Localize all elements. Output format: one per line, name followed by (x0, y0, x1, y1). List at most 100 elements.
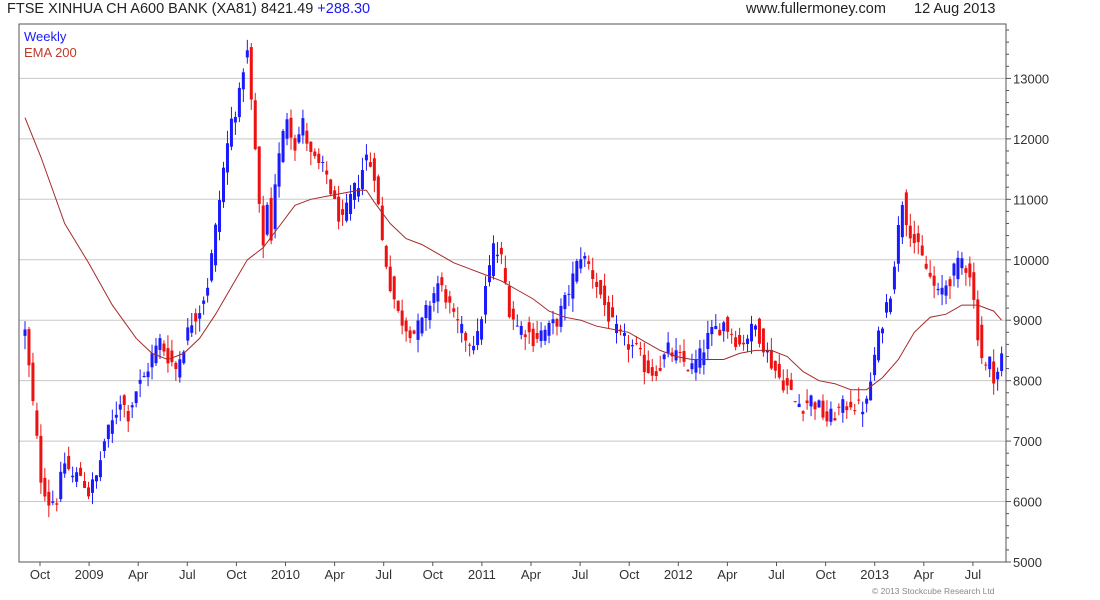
candle (273, 174, 277, 239)
candle-body (626, 344, 630, 350)
candle-body (587, 261, 591, 265)
candle-body (865, 398, 869, 404)
candle (75, 467, 79, 488)
candle-body (892, 266, 896, 290)
candle-body (237, 87, 241, 118)
candle (265, 202, 269, 237)
candle-body (472, 345, 476, 351)
candle (710, 319, 714, 347)
candle (622, 323, 626, 346)
candle (166, 335, 170, 373)
candle-body (884, 302, 888, 313)
candle (150, 344, 154, 380)
candle (341, 199, 345, 226)
candle-body (273, 184, 277, 230)
candle (412, 329, 416, 335)
candle-body (634, 343, 638, 345)
candle-body (27, 329, 31, 366)
candle-body (829, 408, 833, 422)
candle-body (277, 153, 281, 187)
candle (464, 331, 468, 352)
candle (174, 361, 178, 381)
candle (694, 349, 698, 381)
candle (920, 235, 924, 257)
candle (309, 141, 313, 166)
candle (650, 359, 654, 382)
candle (31, 352, 35, 406)
x-tick-label: Apr (717, 567, 738, 582)
candle-body (964, 268, 968, 273)
candle (102, 438, 106, 458)
candle-body (388, 266, 392, 292)
candle (198, 305, 202, 332)
candle-body (972, 272, 976, 300)
candle-body (551, 319, 555, 324)
y-tick-label: 6000 (1013, 495, 1042, 510)
candle (360, 157, 364, 196)
candle (630, 339, 634, 359)
candle-body (924, 263, 928, 269)
candle-body (301, 118, 305, 136)
x-tick-label: Jul (572, 567, 589, 582)
candle-body (376, 176, 380, 205)
candle-body (932, 275, 936, 286)
candle-body (337, 196, 341, 222)
candle (468, 342, 472, 357)
candle-body (869, 381, 873, 401)
candle (797, 394, 801, 408)
candle-body (662, 354, 666, 360)
candle-body (257, 146, 261, 204)
candle (777, 354, 781, 380)
candle (932, 266, 936, 299)
candle-body (686, 370, 690, 372)
candle-body (611, 307, 615, 318)
candle (698, 339, 702, 375)
candle-body (249, 47, 253, 100)
candle-body (813, 402, 817, 410)
candle (944, 280, 948, 305)
candle-body (293, 138, 297, 151)
candle-body (31, 362, 35, 402)
candle (305, 122, 309, 151)
candle-body (460, 323, 464, 334)
candle-body (39, 435, 43, 483)
candle (444, 284, 448, 309)
candle (877, 326, 881, 363)
candle (321, 155, 325, 173)
candle (277, 142, 281, 198)
candle-body (368, 162, 372, 167)
candle-body (456, 319, 460, 321)
candle (599, 279, 603, 299)
candle (122, 394, 126, 418)
candle-body (241, 72, 245, 90)
candle (686, 369, 690, 373)
candle (420, 316, 424, 337)
candle (289, 109, 293, 150)
candle-body (769, 349, 773, 369)
x-tick-label: 2013 (860, 567, 889, 582)
candle-body (734, 337, 738, 347)
candle-body (920, 245, 924, 256)
candle-body (694, 359, 698, 373)
y-tick-label: 11000 (1013, 192, 1048, 207)
candle-body (194, 313, 198, 322)
candle-body (309, 141, 313, 152)
candle-body (773, 360, 777, 371)
candle-body (285, 119, 289, 139)
candle-body (837, 406, 841, 408)
candle (769, 338, 773, 370)
candle (654, 365, 658, 381)
candle (114, 401, 118, 425)
candle (607, 295, 611, 328)
candle (249, 42, 253, 110)
candle-body (622, 332, 626, 336)
candle (210, 249, 214, 283)
candle (79, 462, 83, 477)
candle-body (591, 270, 595, 280)
candle (738, 327, 742, 347)
candle-body (480, 319, 484, 340)
candle-body (90, 479, 94, 493)
candle (452, 303, 456, 318)
candle (773, 360, 777, 379)
candle (813, 400, 817, 420)
